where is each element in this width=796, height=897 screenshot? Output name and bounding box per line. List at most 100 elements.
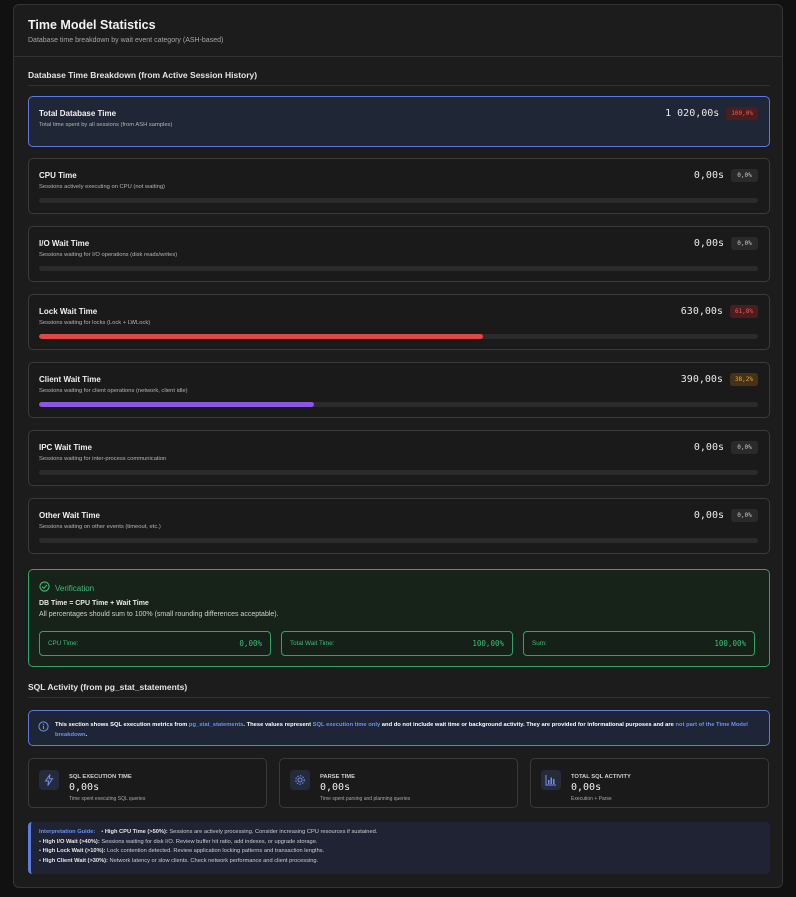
io-wait-desc: Sessions waiting for I/O operations (dis… <box>39 252 178 258</box>
other-wait-label: Other Wait Time <box>39 511 100 520</box>
verification-note: All percentages should sum to 100% (smal… <box>39 611 279 618</box>
verify-total-wait-value: 100,00% <box>472 639 504 648</box>
io-wait-percent-badge: 0,0% <box>731 237 758 250</box>
gear-icon <box>290 770 310 790</box>
sql-info-box: This section shows SQL execution metrics… <box>28 710 770 746</box>
cpu-time-progress-track <box>39 198 758 203</box>
ipc-wait-value: 0,00s <box>693 442 724 453</box>
io-wait-card: I/O Wait Time Sessions waiting for I/O o… <box>28 226 770 282</box>
total-db-time-value: 1 020,00s <box>665 108 720 119</box>
lock-wait-desc: Sessions waiting for locks (Lock + LWLoc… <box>39 320 151 326</box>
guide-term: High I/O Wait (>40%): <box>42 838 100 845</box>
total-db-time-label: Total Database Time <box>39 109 117 118</box>
verify-total-wait-label: Total Wait Time: <box>290 640 335 647</box>
verify-sum-box: Sum: 100,00% <box>523 631 755 656</box>
client-wait-percent-badge: 38,2% <box>729 373 758 386</box>
sql-execution-time-card: SQL EXECUTION TIME 0,00s Time spent exec… <box>28 758 267 808</box>
guide-term: High Client Wait (>30%): <box>42 857 108 864</box>
section-divider <box>28 85 770 86</box>
sql-execution-time-desc: Time spent executing SQL queries <box>69 796 146 802</box>
guide-text: Lock contention detected. Review applica… <box>105 848 325 855</box>
verify-sum-label: Sum: <box>532 640 547 647</box>
client-wait-value: 390,00s <box>680 374 723 385</box>
info-text-part: This section shows SQL execution metrics… <box>55 722 189 728</box>
sql-activity-section-title: SQL Activity (from pg_stat_statements) <box>28 682 188 692</box>
verification-box: Verification DB Time = CPU Time + Wait T… <box>28 569 770 667</box>
client-wait-desc: Sessions waiting for client operations (… <box>39 388 188 394</box>
total-sql-activity-label: TOTAL SQL ACTIVITY <box>571 774 631 780</box>
lock-wait-progress-track <box>39 334 758 339</box>
lock-wait-card: Lock Wait Time Sessions waiting for lock… <box>28 294 770 350</box>
client-wait-card: Client Wait Time Sessions waiting for cl… <box>28 362 770 418</box>
verify-sum-value: 100,00% <box>714 639 746 648</box>
cpu-time-percent-badge: 0,0% <box>731 169 758 182</box>
info-icon <box>38 719 49 737</box>
guide-text: Network latency or slow clients. Check n… <box>107 857 319 864</box>
total-db-time-percent-badge: 100,0% <box>726 107 758 120</box>
page-subtitle: Database time breakdown by wait event ca… <box>28 37 224 44</box>
sql-execution-time-label: SQL EXECUTION TIME <box>69 774 132 780</box>
lock-wait-value: 630,00s <box>680 306 723 317</box>
guide-text: Sessions are actively processing. Consid… <box>167 829 378 835</box>
guide-text: Sessions waiting for disk I/O. Review bu… <box>99 838 318 845</box>
client-wait-label: Client Wait Time <box>39 375 101 384</box>
guide-line: • High Lock Wait (>10%): Lock contention… <box>39 848 325 855</box>
verify-cpu-time-box: CPU Time: 0,00% <box>39 631 271 656</box>
parse-time-card: PARSE TIME 0,00s Time spent parsing and … <box>279 758 518 808</box>
total-sql-activity-value: 0,00s <box>571 782 602 793</box>
cpu-time-value: 0,00s <box>693 170 724 181</box>
cpu-time-desc: Sessions actively executing on CPU (not … <box>39 184 165 190</box>
guide-term: High CPU Time (>50%): <box>104 829 168 835</box>
guide-term: High Lock Wait (>10%): <box>42 848 106 855</box>
total-db-time-card: Total Database Time Total time spent by … <box>28 96 770 147</box>
sql-execution-time-value: 0,00s <box>69 782 100 793</box>
cpu-time-label: CPU Time <box>39 171 77 180</box>
parse-time-desc: Time spent parsing and planning queries <box>320 796 411 802</box>
info-text-part: . These values represent <box>243 722 313 728</box>
ipc-wait-card: IPC Wait Time Sessions waiting for inter… <box>28 430 770 486</box>
parse-time-label: PARSE TIME <box>320 774 355 780</box>
page-title: Time Model Statistics <box>28 18 156 32</box>
section-divider <box>28 697 770 698</box>
check-circle-icon <box>39 579 50 597</box>
sql-info-text: This section shows SQL execution metrics… <box>55 721 759 740</box>
io-wait-value: 0,00s <box>693 238 724 249</box>
guide-title: Interpretation Guide: <box>39 829 96 835</box>
verification-title: Verification <box>55 583 95 593</box>
io-wait-label: I/O Wait Time <box>39 239 90 248</box>
other-wait-card: Other Wait Time Sessions waiting on othe… <box>28 498 770 554</box>
client-wait-progress-fill <box>39 402 314 407</box>
info-highlight-sql-exec: SQL execution time only <box>312 722 381 728</box>
guide-line: • High Client Wait (>30%): Network laten… <box>39 857 319 864</box>
ipc-wait-percent-badge: 0,0% <box>731 441 758 454</box>
other-wait-progress-track <box>39 538 758 543</box>
time-model-panel: Time Model Statistics Database time brea… <box>13 4 783 888</box>
guide-line: Interpretation Guide: • High CPU Time (>5… <box>39 829 378 835</box>
ipc-wait-label: IPC Wait Time <box>39 443 92 452</box>
other-wait-percent-badge: 0,0% <box>731 509 758 522</box>
total-sql-activity-card: TOTAL SQL ACTIVITY 0,00s Execution + Par… <box>530 758 769 808</box>
other-wait-value: 0,00s <box>693 510 724 521</box>
io-wait-progress-track <box>39 266 758 271</box>
guide-line: • High I/O Wait (>40%): Sessions waiting… <box>39 838 318 845</box>
panel-header: Time Model Statistics Database time brea… <box>14 5 782 57</box>
verification-formula: DB Time = CPU Time + Wait Time <box>39 600 149 607</box>
breakdown-section-title: Database Time Breakdown (from Active Ses… <box>28 70 258 80</box>
verify-cpu-time-value: 0,00% <box>239 639 262 648</box>
info-highlight-pg-stat: pg_stat_statements <box>188 722 244 728</box>
client-wait-progress-track <box>39 402 758 407</box>
total-sql-activity-desc: Execution + Parse <box>571 796 612 802</box>
interpretation-guide: Interpretation Guide: • High CPU Time (>5… <box>28 822 770 874</box>
other-wait-desc: Sessions waiting on other events (timeou… <box>39 524 161 530</box>
info-text-part: and do not include wait time or backgrou… <box>380 722 676 728</box>
bar-chart-icon <box>541 770 561 790</box>
lightning-icon <box>39 770 59 790</box>
verify-total-wait-box: Total Wait Time: 100,00% <box>281 631 513 656</box>
lock-wait-progress-fill <box>39 334 484 339</box>
total-db-time-desc: Total time spent by all sessions (from A… <box>39 122 173 128</box>
info-text-part: . <box>85 731 88 738</box>
lock-wait-label: Lock Wait Time <box>39 307 98 316</box>
ipc-wait-progress-track <box>39 470 758 475</box>
cpu-time-card: CPU Time Sessions actively executing on … <box>28 158 770 214</box>
verify-cpu-time-label: CPU Time: <box>48 640 79 647</box>
